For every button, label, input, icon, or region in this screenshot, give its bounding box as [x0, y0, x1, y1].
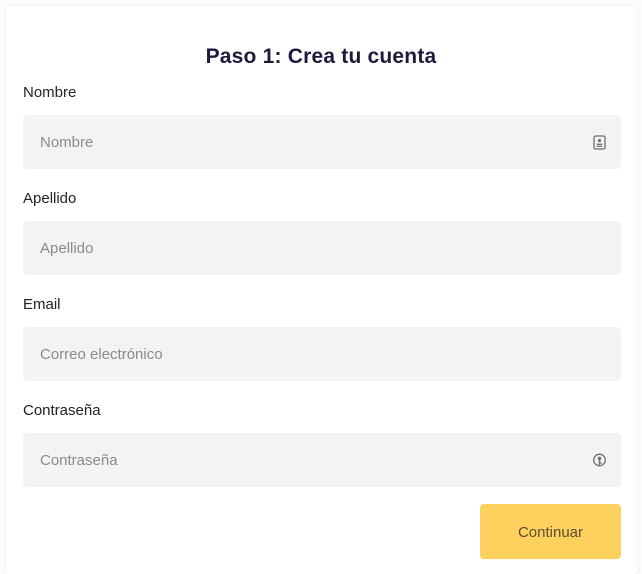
email-input[interactable]: [23, 327, 621, 381]
password-field-container: [23, 433, 621, 487]
contact-card-icon: [591, 134, 607, 150]
signup-card: [6, 6, 637, 574]
last-name-field-container: [23, 221, 621, 275]
continue-button[interactable]: Continuar: [480, 504, 621, 559]
first-name-field-container: [23, 115, 621, 169]
page-title: Paso 1: Crea tu cuenta: [205, 45, 437, 69]
password-label: Contraseña: [23, 402, 101, 419]
last-name-label: Apellido: [23, 190, 77, 207]
password-key-icon[interactable]: [591, 452, 607, 468]
email-label: Email: [23, 296, 61, 313]
last-name-input[interactable]: [23, 221, 621, 275]
email-field-container: [23, 327, 621, 381]
password-input[interactable]: [23, 433, 621, 487]
first-name-input[interactable]: [23, 115, 621, 169]
first-name-label: Nombre: [23, 84, 77, 101]
